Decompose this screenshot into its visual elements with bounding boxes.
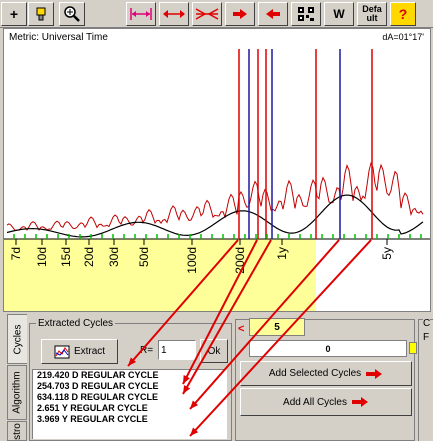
right-frame-label: C <box>423 318 431 329</box>
tab-algorithm-label: Algorithm <box>11 371 23 414</box>
compress-button[interactable] <box>192 2 222 26</box>
tab-cycles-label: Cycles <box>12 323 24 355</box>
span-icon <box>130 8 152 20</box>
axis-tick-label: 30d <box>107 247 121 267</box>
list-item[interactable]: 3.969 Y REGULAR CYCLE <box>33 414 226 425</box>
stretch-button[interactable] <box>159 2 189 26</box>
compress-icon <box>195 8 219 20</box>
marker-button[interactable] <box>28 2 54 26</box>
extract-button[interactable]: Extract <box>41 339 118 364</box>
tab-algorithm[interactable]: Algorithm <box>7 365 27 420</box>
r-label: R= <box>140 345 154 356</box>
default-label: Defa ult <box>362 4 382 23</box>
add-icon: + <box>9 5 19 22</box>
help-button[interactable]: ? <box>390 2 416 26</box>
spectrum-plot[interactable]: 7d 10d 15d 20d 30d 50d 100d 200d 1y 5y Metric: Un… <box>3 28 431 312</box>
axis-tick-label: 20d <box>82 247 96 267</box>
w-button[interactable]: W <box>324 2 354 26</box>
progress-value: 0 <box>325 343 331 354</box>
span-button[interactable] <box>126 2 156 26</box>
cycles-list[interactable]: 219.420 D REGULAR CYCLE 254.703 D REGULAR… <box>32 369 227 439</box>
zoom-button[interactable] <box>59 2 85 26</box>
add-selected-cycles-button[interactable]: Add Selected Cycles <box>240 361 412 386</box>
spectrum-curve <box>6 161 424 231</box>
extract-label: Extract <box>73 346 106 357</box>
add-selected-label: Add Selected Cycles <box>268 368 362 379</box>
axis-tick-label: 200d <box>233 247 247 274</box>
highlight-region <box>4 239 316 311</box>
progress-bar: 0 <box>249 340 407 357</box>
tab-astro-label: stro <box>11 422 23 440</box>
plot-title: Metric: Universal Time <box>9 32 108 43</box>
arrow-right-icon <box>233 9 247 19</box>
list-item[interactable]: 219.420 D REGULAR CYCLE <box>33 370 226 381</box>
ok-button[interactable]: Ok <box>200 339 228 363</box>
arrow-right-icon <box>366 368 383 379</box>
arrow-right-icon <box>351 397 368 407</box>
add-all-cycles-button[interactable]: Add All Cycles <box>240 388 412 416</box>
add-button[interactable]: + <box>1 2 27 26</box>
tab-cycles[interactable]: Cycles <box>7 314 27 364</box>
arrow-right-button[interactable] <box>225 2 255 26</box>
side-tabs: Cycles Algorithm stro <box>7 314 27 441</box>
default-button[interactable]: Defa ult <box>357 2 387 26</box>
axis-tick-label: 10d <box>35 247 49 267</box>
list-item[interactable]: 2.651 Y REGULAR CYCLE <box>33 403 226 414</box>
arrow-left-button[interactable] <box>258 2 288 26</box>
marker-icon <box>36 7 46 21</box>
plot-angle: dA=01°17' <box>382 32 424 42</box>
toolbar: + W Defa ult ? <box>0 0 433 28</box>
smoothed-curve <box>6 194 424 238</box>
arrow-left-icon <box>266 9 280 19</box>
list-item[interactable]: 254.703 D REGULAR CYCLE <box>33 381 226 392</box>
chart-icon <box>54 345 70 358</box>
zoom-icon <box>64 6 80 22</box>
grid-button[interactable] <box>291 2 321 26</box>
axis-tick-label: 5y <box>380 247 394 260</box>
spectrum-canvas: 7d 10d 15d 20d 30d 50d 100d 200d 1y 5y <box>4 49 430 311</box>
r-value: 1 <box>161 344 167 356</box>
progress-marker <box>409 342 417 354</box>
qr-icon <box>298 7 314 21</box>
ok-label: Ok <box>207 345 221 357</box>
axis-tick-label: 100d <box>185 247 199 274</box>
cycle-counter[interactable]: 5 <box>249 318 305 336</box>
prev-arrow[interactable]: < <box>238 323 244 335</box>
axis-tick-label: 7d <box>9 247 23 260</box>
r-input[interactable]: 1 <box>158 340 196 360</box>
stretch-icon <box>163 10 185 18</box>
window: + W Defa ult ? 7d 10d 15d 20d 30d 50d 10… <box>0 0 433 441</box>
cycle-counter-value: 5 <box>274 321 280 333</box>
axis-tick-label: 1y <box>275 247 289 260</box>
right-frame-sub: F <box>423 332 430 343</box>
tab-astro[interactable]: stro <box>7 421 27 441</box>
w-label: W <box>333 6 345 21</box>
extracted-cycles-label: Extracted Cycles <box>36 318 116 329</box>
list-item[interactable]: 634.118 D REGULAR CYCLE <box>33 392 226 403</box>
axis-tick-label: 50d <box>137 247 151 267</box>
add-all-label: Add All Cycles <box>283 396 347 408</box>
axis-tick-label: 15d <box>59 247 73 267</box>
help-icon: ? <box>398 5 408 22</box>
